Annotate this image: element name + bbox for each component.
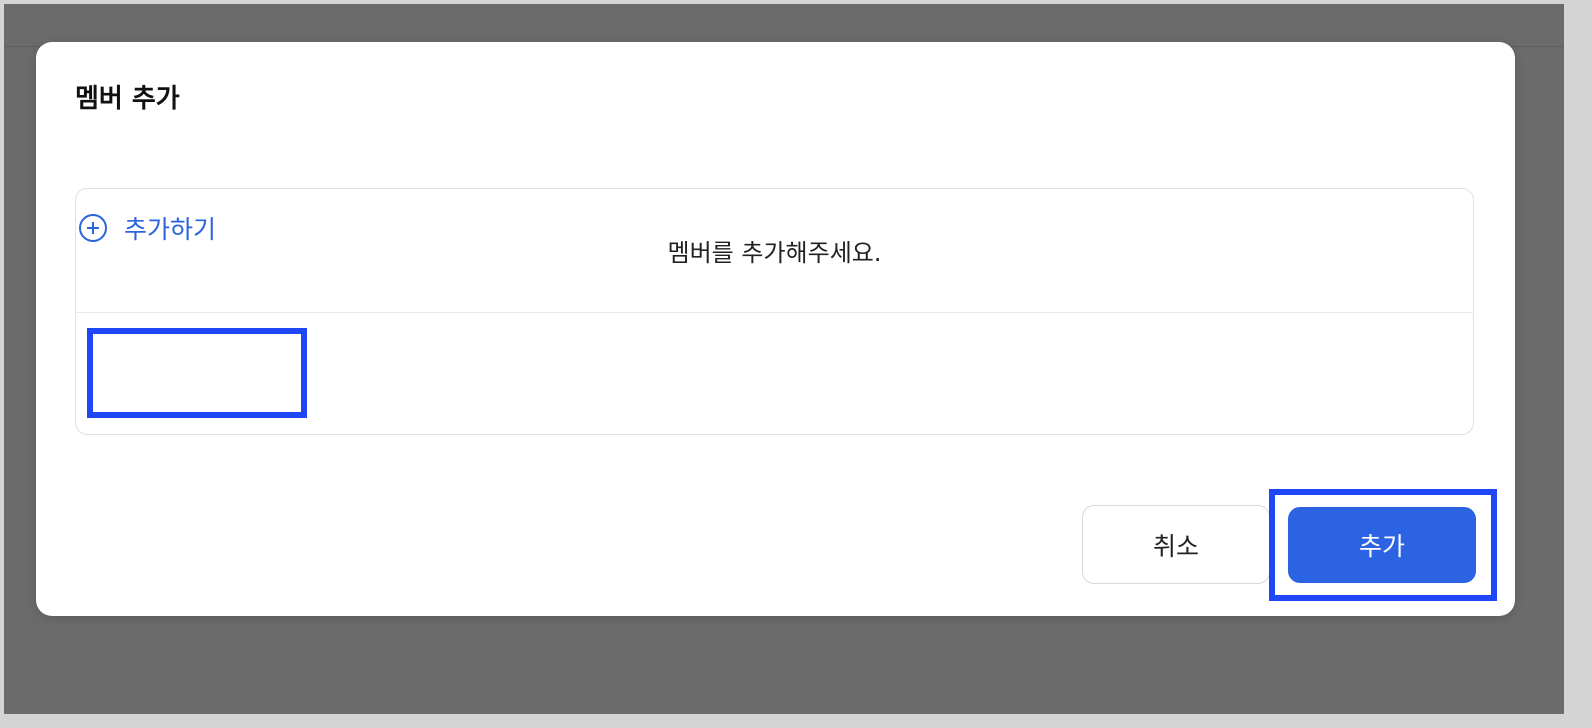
- member-list: 멤버를 추가해주세요.: [75, 188, 1474, 435]
- cancel-button[interactable]: 취소: [1082, 505, 1270, 584]
- empty-member-message: 멤버를 추가해주세요.: [76, 189, 1473, 313]
- plus-circle-icon: [78, 213, 108, 243]
- submit-add-button[interactable]: 추가: [1288, 507, 1476, 583]
- add-member-label: 추가하기: [124, 215, 217, 244]
- dialog-title: 멤버 추가: [75, 84, 180, 114]
- add-member-dialog: 멤버 추가 멤버를 추가해주세요. 추가하기 취소 추가: [36, 42, 1515, 616]
- add-member-button[interactable]: 추가하기: [78, 210, 216, 246]
